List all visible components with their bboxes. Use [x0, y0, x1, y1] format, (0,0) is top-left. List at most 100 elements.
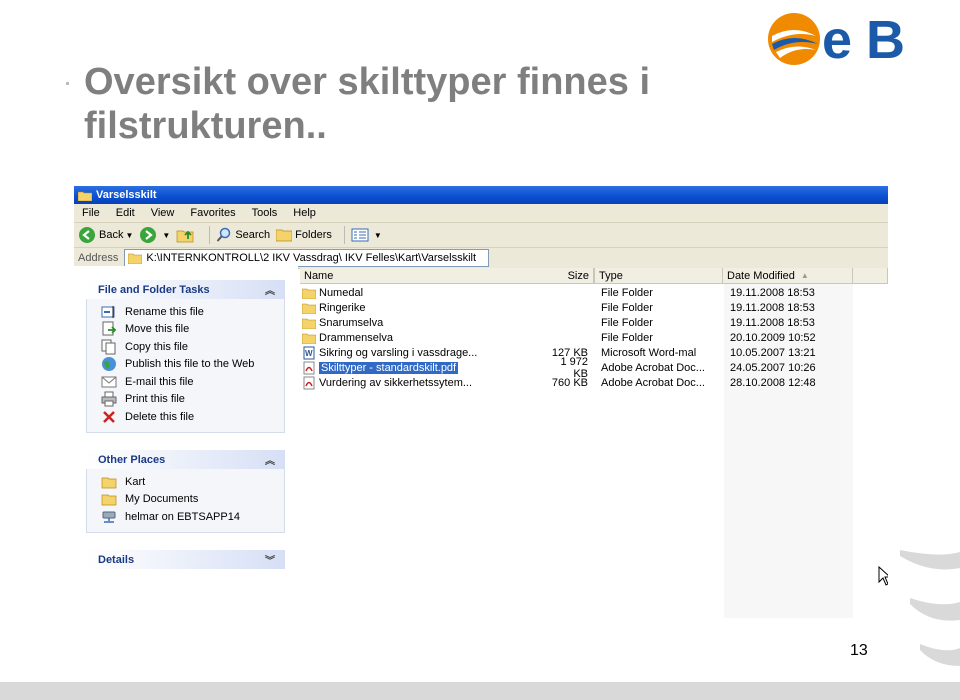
column-header-type[interactable]: Type: [595, 268, 723, 284]
back-arrow-icon: [79, 227, 95, 243]
eb-logo: e B: [768, 10, 905, 68]
task-move[interactable]: Move this file: [87, 321, 284, 339]
expand-chevron-icon[interactable]: ︾: [265, 552, 275, 567]
window-titlebar[interactable]: Varselsskilt: [74, 186, 888, 204]
panel-header[interactable]: Other Places ︽: [86, 450, 285, 469]
sort-ascending-icon: ▲: [800, 271, 809, 280]
folder-icon: [302, 288, 316, 299]
word-icon: W: [303, 346, 315, 360]
dropdown-arrow-icon[interactable]: ▼: [374, 231, 382, 240]
forward-button[interactable]: ▼: [139, 226, 170, 244]
copy-icon: [101, 339, 116, 355]
panel-body: Kart My Documents helmar on EBTSAPP14: [86, 469, 285, 533]
file-type: Adobe Acrobat Doc...: [601, 377, 705, 389]
search-button[interactable]: Search: [216, 227, 270, 243]
svg-text:W: W: [305, 349, 313, 358]
place-my-documents[interactable]: My Documents: [87, 491, 284, 509]
dropdown-arrow-icon[interactable]: ▼: [162, 231, 170, 240]
file-folder-tasks-panel: File and Folder Tasks ︽ Rename this file…: [86, 280, 285, 433]
file-row[interactable]: Snarumselva File Folder 19.11.2008 18:53: [300, 316, 860, 330]
place-kart[interactable]: Kart: [87, 473, 284, 491]
up-folder-button[interactable]: [176, 227, 197, 243]
collapse-chevron-icon[interactable]: ︽: [265, 452, 275, 467]
decorative-curves: [900, 550, 960, 666]
page-number: 13: [850, 642, 868, 659]
file-row[interactable]: Ringerike File Folder 19.11.2008 18:53: [300, 301, 860, 315]
back-button[interactable]: Back ▼: [78, 226, 133, 244]
views-icon: [351, 228, 369, 242]
file-name: Numedal: [319, 287, 364, 299]
address-path: K:\INTERNKONTROLL\2 IKV Vassdrag\ IKV Fe…: [146, 252, 477, 264]
dropdown-arrow-icon[interactable]: ▼: [125, 231, 133, 240]
file-name: Sikring og varsling i vassdrage...: [319, 347, 478, 359]
task-email[interactable]: E-mail this file: [87, 373, 284, 391]
folder-icon: [101, 477, 117, 489]
folders-label: Folders: [295, 229, 332, 241]
menu-view[interactable]: View: [143, 207, 183, 219]
move-icon: [102, 321, 117, 336]
collapse-chevron-icon[interactable]: ︽: [265, 282, 275, 297]
folder-icon: [302, 333, 316, 344]
column-header-date[interactable]: Date Modified ▲: [723, 268, 853, 284]
folder-up-icon: [176, 230, 194, 243]
file-row[interactable]: Drammenselva File Folder 20.10.2009 10:5…: [300, 331, 860, 345]
file-row[interactable]: Numedal File Folder 19.11.2008 18:53: [300, 286, 860, 300]
task-label: Rename this file: [125, 305, 204, 318]
title-bullet: [66, 82, 69, 85]
column-header-empty: [853, 268, 888, 284]
file-type: File Folder: [601, 302, 653, 314]
menu-favorites[interactable]: Favorites: [182, 207, 243, 219]
file-name: Vurdering av sikkerhetssytem...: [319, 377, 473, 389]
delete-icon: [103, 410, 115, 423]
pdf-icon: [303, 376, 315, 390]
panel-title: Details: [98, 553, 135, 566]
file-date: 24.05.2007 10:26: [730, 362, 816, 374]
place-label: helmar on EBTSAPP14: [125, 510, 240, 523]
menu-tools[interactable]: Tools: [244, 207, 286, 219]
printer-icon: [101, 391, 117, 407]
column-header-size[interactable]: Size: [552, 268, 594, 284]
place-network-drive[interactable]: helmar on EBTSAPP14: [87, 508, 284, 526]
file-type: File Folder: [601, 332, 653, 344]
task-label: Move this file: [125, 323, 190, 336]
folder-icon: [78, 191, 92, 201]
explorer-window: Varselsskilt File Edit View Favorites To…: [74, 186, 888, 618]
file-row-selected[interactable]: Skilttyper - standardskilt.pdf 1 972 KB …: [300, 356, 860, 380]
file-name: Ringerike: [319, 302, 366, 314]
menu-edit[interactable]: Edit: [108, 207, 143, 219]
task-label: Print this file: [125, 393, 185, 406]
menu-bar: File Edit View Favorites Tools Help: [74, 204, 888, 223]
pdf-icon: [303, 361, 315, 375]
menu-file[interactable]: File: [74, 207, 108, 219]
toolbar: Back ▼ ▼ Search Folders ▼: [74, 223, 888, 248]
task-delete[interactable]: Delete this file: [87, 408, 284, 426]
panel-header[interactable]: Details ︾: [86, 550, 285, 569]
task-publish[interactable]: Publish this file to the Web: [87, 356, 284, 374]
other-places-panel: Other Places ︽ Kart My Documents helmar …: [86, 450, 285, 533]
rename-icon: [101, 305, 115, 318]
views-button[interactable]: ▼: [351, 228, 382, 242]
task-rename[interactable]: Rename this file: [87, 303, 284, 321]
slide-title: Oversikt over skilttyper finnes i filstr…: [84, 61, 651, 147]
panel-header[interactable]: File and Folder Tasks ︽: [86, 280, 285, 299]
back-label: Back: [99, 229, 124, 241]
panel-title: Other Places: [98, 453, 166, 466]
task-print[interactable]: Print this file: [87, 391, 284, 409]
folder-icon: [302, 318, 316, 329]
file-list: Name Size Type Date Modified ▲ Numedal F…: [300, 268, 888, 618]
file-date: 19.11.2008 18:53: [730, 317, 815, 329]
task-copy[interactable]: Copy this file: [87, 338, 284, 356]
forward-arrow-icon: [140, 227, 157, 243]
address-input[interactable]: K:\INTERNKONTROLL\2 IKV Vassdrag\ IKV Fe…: [124, 249, 490, 267]
address-label: Address: [78, 252, 119, 264]
file-name: Snarumselva: [319, 317, 384, 329]
file-row[interactable]: Vurdering av sikkerhetssytem... 760 KB A…: [300, 376, 860, 390]
panel-body: Rename this file Move this file Copy thi…: [86, 299, 285, 433]
file-name: Drammenselva: [319, 332, 393, 344]
globe-icon: [102, 357, 116, 372]
column-header-name[interactable]: Name: [300, 268, 594, 284]
menu-help[interactable]: Help: [285, 207, 324, 219]
file-date: 19.11.2008 18:53: [730, 302, 815, 314]
folders-button[interactable]: Folders: [276, 228, 332, 242]
window-title: Varselsskilt: [96, 189, 157, 201]
